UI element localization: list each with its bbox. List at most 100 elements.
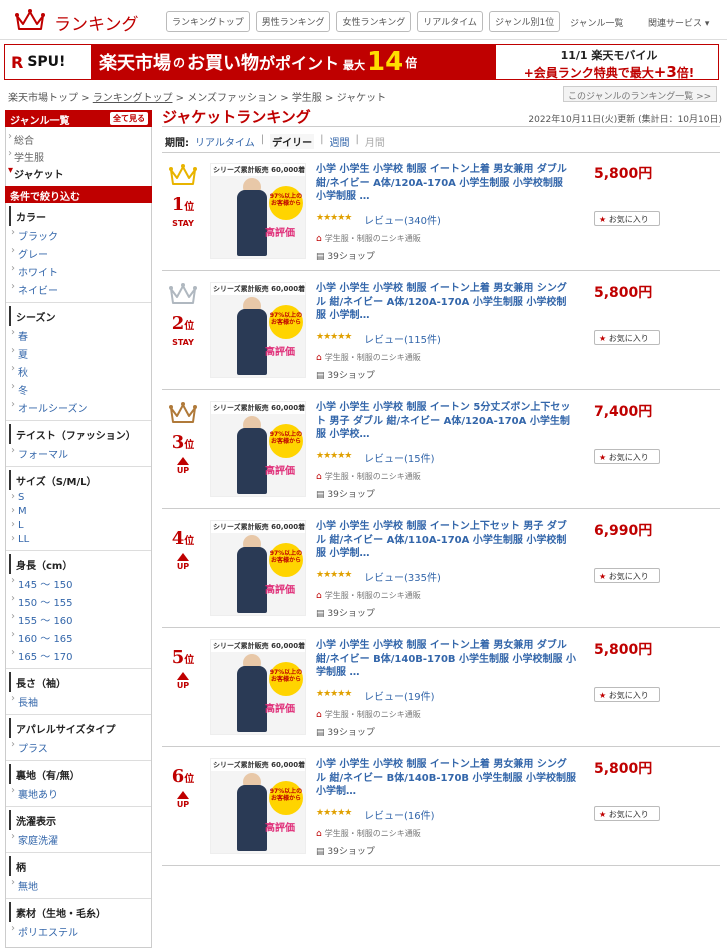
- genre-item[interactable]: 総合: [6, 131, 151, 148]
- review-link[interactable]: レビュー(16件): [364, 807, 435, 822]
- logo-text[interactable]: ランキング: [54, 10, 139, 35]
- period-tab[interactable]: リアルタイム: [195, 134, 255, 149]
- jacket-shape: [237, 309, 267, 375]
- nav-female-ranking[interactable]: 女性ランキング: [336, 11, 412, 32]
- crown-icon: [169, 164, 197, 185]
- filter-option[interactable]: L: [6, 519, 151, 533]
- shop-link[interactable]: ⌂ 学生服・制服のニシキ通販: [316, 233, 421, 244]
- see-all-button[interactable]: 全て見る: [110, 112, 148, 125]
- genre-list-title: ジャンル一覧: [10, 116, 70, 127]
- rank-suffix: 位: [184, 321, 195, 332]
- shop-count-link[interactable]: ▤ 39ショップ: [316, 844, 375, 857]
- filter-option[interactable]: 155 ～ 160: [6, 611, 151, 629]
- star-rating: ★★★★★: [316, 570, 352, 580]
- thumb-hyoka: 高評価: [265, 347, 295, 358]
- review-link[interactable]: レビュー(335件): [364, 569, 441, 584]
- shop-count-link[interactable]: ▤ 39ショップ: [316, 606, 375, 619]
- genre-ranking-list-button[interactable]: このジャンルのランキング一覧 >>: [563, 86, 717, 102]
- home-icon: ⌂: [316, 710, 322, 720]
- shop-count: 39ショップ: [327, 728, 375, 738]
- genre-item[interactable]: 学生服: [6, 148, 151, 165]
- shop-link[interactable]: ⌂ 学生服・制服のニシキ通販: [316, 471, 421, 482]
- filter-option[interactable]: 無地: [6, 877, 151, 895]
- favorite-button[interactable]: ★ お気に入り: [594, 568, 660, 583]
- product-name-link[interactable]: 小学 小学生 小学校 制服 イートン上下セット 男子 ダブル 紺/ネイビー A体…: [316, 520, 576, 561]
- product-image[interactable]: シリーズ累計販売 60,000着突破 97%以上のお客様から高評価: [210, 520, 306, 616]
- filter-option[interactable]: 145 ～ 150: [6, 575, 151, 593]
- filter-option[interactable]: オールシーズン: [6, 399, 151, 417]
- review-link[interactable]: レビュー(115件): [364, 331, 441, 346]
- filter-option[interactable]: ブラック: [6, 227, 151, 245]
- crumb-jacket[interactable]: ジャケット: [337, 93, 387, 104]
- shop-count-link[interactable]: ▤ 39ショップ: [316, 725, 375, 738]
- filter-option[interactable]: M: [6, 505, 151, 519]
- shop-count-link[interactable]: ▤ 39ショップ: [316, 368, 375, 381]
- filter-option[interactable]: LL: [6, 533, 151, 547]
- ranking-item: 1位 STAY シリーズ累計販売 60,000着突破 97%以上のお客様から高評価 小学…: [162, 153, 720, 271]
- product-image[interactable]: シリーズ累計販売 60,000着突破 97%以上のお客様から高評価: [210, 163, 306, 259]
- crumb-rakuten-top[interactable]: 楽天市場トップ: [8, 93, 78, 104]
- spu-banner[interactable]: R SPU! 楽天市場 の お買い物 がポイント 最大 14 倍 11/1 楽天…: [4, 44, 719, 81]
- favorite-button[interactable]: ★ お気に入り: [594, 330, 660, 345]
- crumb-mens-fashion[interactable]: メンズファッション: [187, 93, 277, 104]
- shop-count-link[interactable]: ▤ 39ショップ: [316, 249, 375, 262]
- nav-male-ranking[interactable]: 男性ランキング: [255, 11, 331, 32]
- shop-count-link[interactable]: ▤ 39ショップ: [316, 487, 375, 500]
- filter-option[interactable]: 冬: [6, 381, 151, 399]
- filter-option[interactable]: 夏: [6, 345, 151, 363]
- period-tab[interactable]: 週間: [329, 134, 349, 149]
- favorite-button[interactable]: ★ お気に入り: [594, 449, 660, 464]
- product-name-link[interactable]: 小学 小学生 小学校 制服 イートン上着 男女兼用 シングル 紺/ネイビー A体…: [316, 282, 576, 323]
- product-image[interactable]: シリーズ累計販売 60,000着突破 97%以上のお客様から高評価: [210, 639, 306, 735]
- product-name-link[interactable]: 小学 小学生 小学校 制服 イートン上着 男女兼用 ダブル 紺/ネイビー B体/…: [316, 639, 576, 680]
- crumb-school-uniform[interactable]: 学生服: [292, 93, 322, 104]
- review-link[interactable]: レビュー(340件): [364, 212, 441, 227]
- home-icon: ⌂: [316, 472, 322, 482]
- product-name-link[interactable]: 小学 小学生 小学校 制服 イートン 5分丈ズボン上下セット 男子 ダブル 紺/…: [316, 401, 576, 442]
- crown-spacer: [162, 520, 204, 524]
- filter-title: 柄: [9, 856, 151, 876]
- filter-option[interactable]: 長袖: [6, 693, 151, 711]
- product-image[interactable]: シリーズ累計販売 60,000着突破 97%以上のお客様から高評価: [210, 282, 306, 378]
- product-name-link[interactable]: 小学 小学生 小学校 制服 イートン上着 男女兼用 ダブル 紺/ネイビー A体/…: [316, 163, 576, 204]
- related-services-link[interactable]: 関連サービス ▾: [648, 16, 709, 29]
- favorite-button[interactable]: ★ お気に入り: [594, 687, 660, 702]
- banner-main: 楽天市場 の お買い物 がポイント 最大 14 倍: [91, 45, 496, 79]
- filter-option[interactable]: ネイビー: [6, 281, 151, 299]
- favorite-button[interactable]: ★ お気に入り: [594, 806, 660, 821]
- shop-link[interactable]: ⌂ 学生服・制服のニシキ通販: [316, 828, 421, 839]
- filter-option[interactable]: プラス: [6, 739, 151, 757]
- filter-option[interactable]: 150 ～ 155: [6, 593, 151, 611]
- filter-option[interactable]: 165 ～ 170: [6, 647, 151, 665]
- shop-name: 学生服・制服のニシキ通販: [324, 234, 421, 243]
- filter-option[interactable]: グレー: [6, 245, 151, 263]
- shop-link[interactable]: ⌂ 学生服・制服のニシキ通販: [316, 352, 421, 363]
- filter-option[interactable]: 裏地あり: [6, 785, 151, 803]
- star-icon: ★: [599, 215, 607, 224]
- nav-ranking-top[interactable]: ランキングトップ: [166, 11, 250, 32]
- product-image[interactable]: シリーズ累計販売 60,000着突破 97%以上のお客様から高評価: [210, 401, 306, 497]
- crumb-ranking-top[interactable]: ランキングトップ: [93, 93, 173, 104]
- filter-option[interactable]: S: [6, 491, 151, 505]
- genre-list-link[interactable]: ジャンル一覧: [570, 16, 624, 29]
- filter-option[interactable]: ポリエステル: [6, 923, 151, 941]
- filter-option[interactable]: ホワイト: [6, 263, 151, 281]
- review-link[interactable]: レビュー(19件): [364, 688, 435, 703]
- product-name-link[interactable]: 小学 小学生 小学校 制服 イートン上着 男女兼用 シングル 紺/ネイビー B体…: [316, 758, 576, 799]
- shop-link[interactable]: ⌂ 学生服・制服のニシキ通販: [316, 590, 421, 601]
- shop-link[interactable]: ⌂ 学生服・制服のニシキ通販: [316, 709, 421, 720]
- filter-option[interactable]: 家庭洗濯: [6, 831, 151, 849]
- filter-option[interactable]: 160 ～ 165: [6, 629, 151, 647]
- filter-option[interactable]: 春: [6, 327, 151, 345]
- jacket-shape: [237, 666, 267, 732]
- review-link[interactable]: レビュー(15件): [364, 450, 435, 465]
- thumb-hyoka: 高評価: [265, 704, 295, 715]
- nav-genre-top[interactable]: ジャンル別1位: [488, 11, 561, 32]
- jacket-shape: [237, 547, 267, 613]
- rank-value: 3: [171, 432, 185, 453]
- favorite-button[interactable]: ★ お気に入り: [594, 211, 660, 226]
- product-image[interactable]: シリーズ累計販売 60,000着突破 97%以上のお客様から高評価: [210, 758, 306, 854]
- filter-option[interactable]: 秋: [6, 363, 151, 381]
- filter-option[interactable]: フォーマル: [6, 445, 151, 463]
- nav-realtime[interactable]: リアルタイム: [417, 11, 483, 32]
